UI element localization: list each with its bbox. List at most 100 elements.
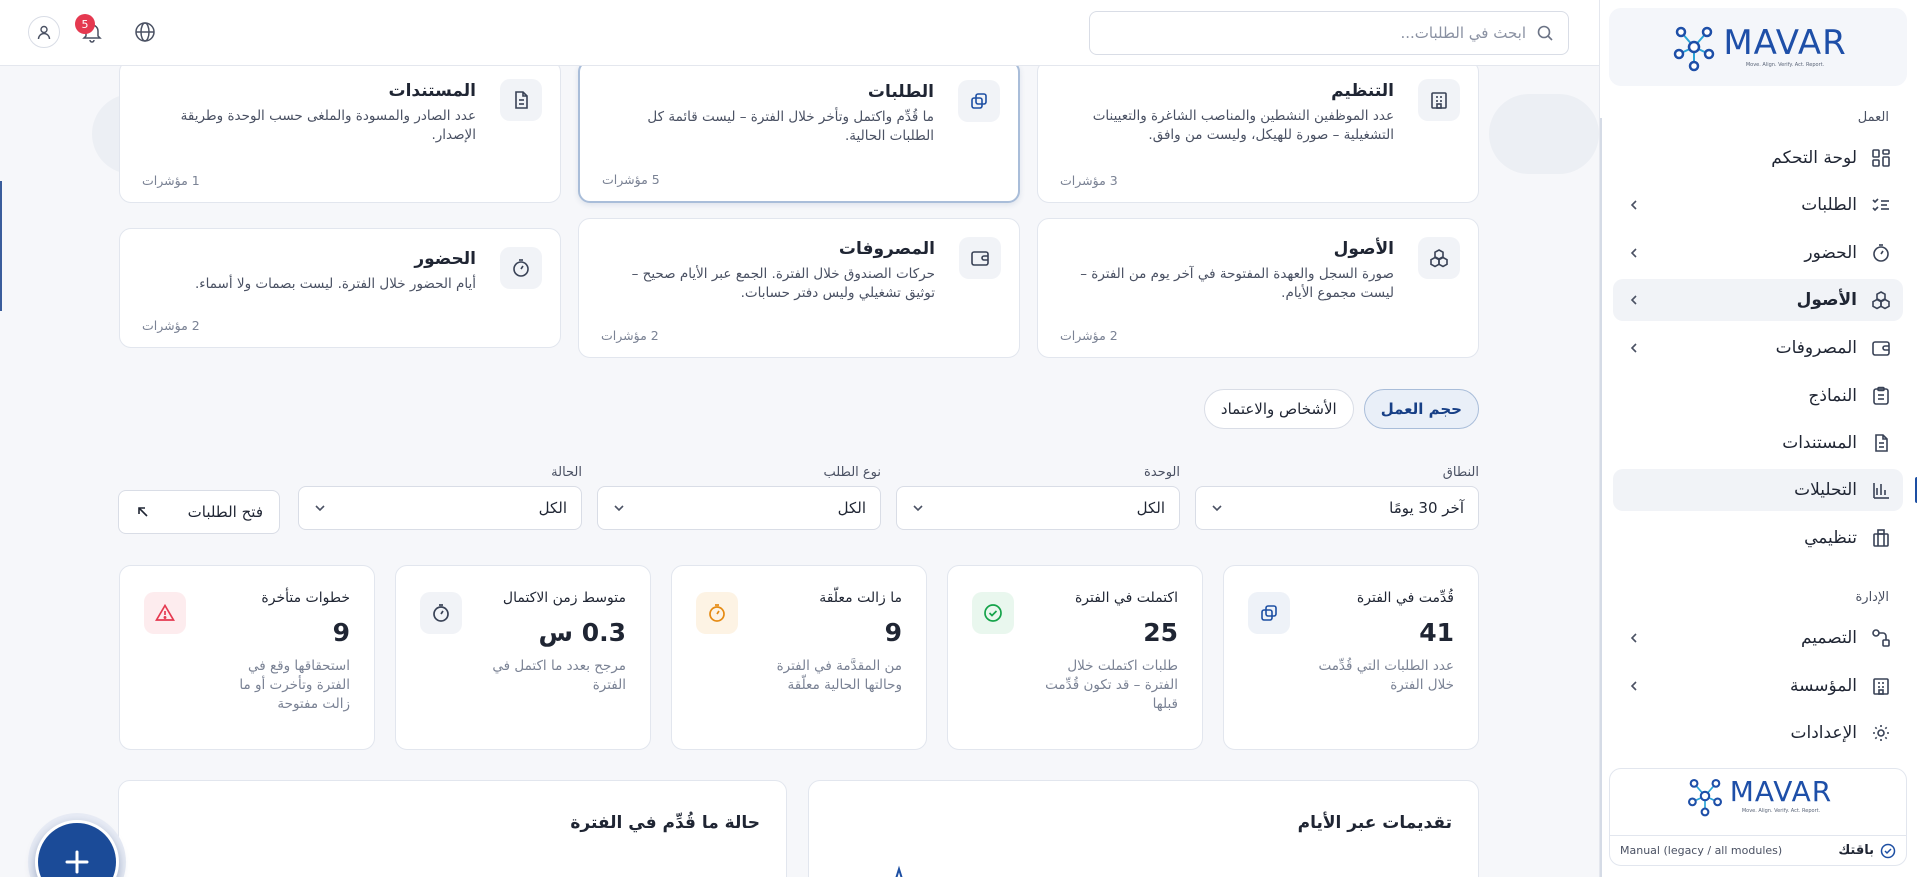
chevron-left-icon (1630, 681, 1637, 691)
sidebar-item-assets[interactable]: الأصول (1613, 279, 1903, 321)
chevron-left-icon (1630, 343, 1637, 353)
form-icon (1873, 386, 1889, 405)
domain-card-expenses[interactable]: المصروفات حركات الصندوق خلال الفترة. الج… (578, 218, 1020, 358)
checklist-icon (1872, 198, 1889, 212)
search-box[interactable] (1089, 11, 1569, 55)
logo-tagline: Move. Align. Verify. Act. Report. (1745, 62, 1825, 68)
domain-count: 2 مؤشرات (601, 328, 659, 343)
logo-card[interactable]: MAVAR Move. Align. Verify. Act. Report. (1609, 8, 1907, 86)
chevron-down-icon (614, 505, 624, 512)
search-input[interactable] (1106, 24, 1526, 42)
filter-label: الحالة (551, 465, 582, 480)
sidebar-item-label: التصميم (1800, 628, 1857, 648)
domain-description: ما قُدِّم واكتمل وتأخر خلال الفترة – ليس… (647, 109, 934, 144)
logo-text: MAVAR (1729, 775, 1833, 808)
logo-tagline: Move. Align. Verify. Act. Report. (1741, 808, 1821, 814)
sidebar-item-design[interactable]: التصميم (1613, 617, 1903, 659)
kpi-avg-completion-time[interactable]: متوسط زمن الاكتمال 0.3 س مرجح بعدد ما اك… (395, 565, 651, 750)
sidebar-item-attendance[interactable]: الحضور (1613, 232, 1903, 274)
filter-label: نوع الطلب (823, 465, 881, 480)
chart-card-daily-submissions: تقديمات عبر الأيام 4 (808, 780, 1479, 877)
unit-select[interactable]: الكل (896, 486, 1180, 530)
domain-title: الأصول (1333, 239, 1394, 259)
chevron-left-icon (1630, 295, 1637, 305)
sidebar-item-label: الأصول (1796, 290, 1857, 310)
sidebar-item-label: الحضور (1804, 243, 1857, 263)
sidebar-item-label: المستندات (1782, 433, 1857, 453)
daily-submissions-chart: 4 (895, 865, 903, 877)
sidebar-item-label: تنظيمي (1804, 528, 1857, 548)
domain-title: التنظيم (1331, 81, 1394, 101)
domain-card-requests[interactable]: الطلبات ما قُدِّم واكتمل وتأخر خلال الفت… (578, 66, 1020, 203)
logo: MAVAR Move. Align. Verify. Act. Report. (1669, 22, 1846, 72)
chart-bars-icon (1873, 483, 1889, 499)
view-tabs: حجم العمل الأشخاص والاعتماد (1203, 389, 1479, 429)
open-requests-label: فتح الطلبات (187, 503, 263, 521)
kpi-submitted[interactable]: قُدِّمت في الفترة 41 عدد الطلبات التي قُ… (1223, 565, 1479, 750)
domain-count: 3 مؤشرات (1060, 173, 1118, 188)
kpi-late-steps[interactable]: خطوات متأخرة 9 استحقاقها وقع في الفترة و… (119, 565, 375, 750)
select-value: آخر 30 يومًا (1389, 499, 1464, 517)
domain-description: أيام الحضور خلال الفترة. ليست بصمات ولا … (194, 276, 476, 292)
chevron-down-icon (1212, 505, 1222, 512)
tab-people-approval[interactable]: الأشخاص والاعتماد (1203, 389, 1354, 429)
section-admin-label: الإدارة (1855, 590, 1889, 605)
plan-card: MAVAR Move. Align. Verify. Act. Report. … (1609, 768, 1907, 866)
domain-card-assets[interactable]: الأصول صورة السجل والعهدة المفتوحة في آخ… (1037, 218, 1479, 358)
sidebar-item-my-org[interactable]: تنظيمي (1613, 517, 1903, 559)
chevron-left-icon (1630, 248, 1637, 258)
sidebar-item-label: المصروفات (1775, 338, 1857, 358)
copy-icon (1248, 592, 1290, 634)
request-type-select[interactable]: الكل (597, 486, 881, 530)
sidebar-item-analytics[interactable]: التحليلات (1613, 469, 1917, 511)
document-icon (1875, 434, 1888, 452)
sidebar-item-organization[interactable]: المؤسسة (1613, 665, 1903, 707)
search-icon (1537, 25, 1553, 41)
sidebar-item-dashboard[interactable]: لوحة التحكم (1613, 137, 1903, 179)
kpi-pending[interactable]: ما زالت معلّقة 9 من المقدَّمة في الفترة … (671, 565, 927, 750)
scope-select[interactable]: آخر 30 يومًا (1195, 486, 1479, 530)
kpi-completed[interactable]: اكتملت في الفترة 25 طلبات اكتملت خلال ال… (947, 565, 1203, 750)
add-button[interactable] (28, 813, 126, 877)
workflow-icon (1872, 629, 1890, 647)
decorative-shape (1489, 94, 1599, 174)
plan-label: باقتك (1838, 843, 1874, 858)
notifications-badge: 5 (75, 14, 95, 34)
sidebar-item-expenses[interactable]: المصروفات (1613, 327, 1903, 369)
plan-row[interactable]: باقتك Manual (legacy / all modules) (1610, 835, 1906, 865)
domain-title: المصروفات (838, 239, 935, 259)
select-value: الكل (837, 499, 866, 517)
domain-card-documents[interactable]: المستندات عدد الصادر والمسودة والملغى حس… (119, 66, 561, 203)
sidebar-scroll-rail[interactable] (1600, 118, 1602, 877)
copy-icon (958, 80, 1000, 122)
dashboard-icon (1872, 149, 1890, 167)
domain-title: الحضور (414, 249, 476, 269)
open-requests-button[interactable]: فتح الطلبات (118, 490, 280, 534)
org-icon (1873, 529, 1889, 547)
avatar[interactable] (28, 16, 60, 48)
globe-icon[interactable] (133, 20, 157, 44)
sidebar-item-label: الإعدادات (1790, 723, 1857, 743)
domain-card-attendance[interactable]: الحضور أيام الحضور خلال الفترة. ليست بصم… (119, 228, 561, 348)
sidebar-item-label: الطلبات (1801, 195, 1857, 215)
sidebar-item-forms[interactable]: النماذج (1613, 375, 1903, 417)
sidebar-item-settings[interactable]: الإعدادات (1613, 712, 1903, 754)
sidebar-item-documents[interactable]: المستندات (1613, 422, 1903, 464)
chart-title: حالة ما قُدِّم في الفترة (570, 813, 760, 833)
stopwatch-icon (696, 592, 738, 634)
plan-value: Manual (legacy / all modules) (1620, 844, 1783, 857)
logo-molecule-icon (1674, 26, 1715, 72)
wallet-icon (959, 237, 1001, 279)
series-line (895, 865, 903, 877)
building-icon (1418, 79, 1460, 121)
sidebar-item-requests[interactable]: الطلبات (1613, 184, 1903, 226)
tab-workload[interactable]: حجم العمل (1363, 389, 1479, 429)
domain-card-organization[interactable]: التنظيم عدد الموظفين النشطين والمناصب ال… (1037, 66, 1479, 203)
domain-description: عدد الصادر والمسودة والملغى حسب الوحدة و… (180, 108, 476, 143)
domain-title: المستندات (388, 81, 476, 101)
domain-title: الطلبات (867, 82, 934, 102)
sidebar-item-label: النماذج (1808, 386, 1857, 406)
scroll-indicator (0, 181, 2, 311)
status-select[interactable]: الكل (298, 486, 582, 530)
section-work-label: العمل (1857, 110, 1889, 125)
